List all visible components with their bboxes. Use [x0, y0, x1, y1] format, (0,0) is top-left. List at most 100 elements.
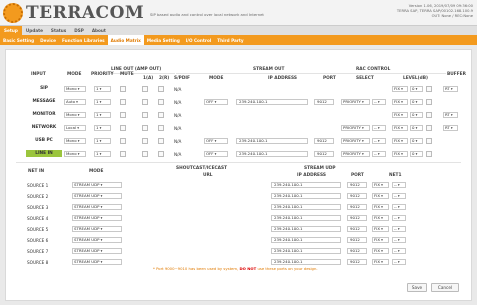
stream-port-field[interactable]: 9012: [314, 151, 334, 157]
netin-ip-field[interactable]: 239.240.100.1: [271, 226, 341, 232]
netin-fix-select[interactable]: FIX: [372, 182, 389, 188]
mute-checkbox[interactable]: [120, 151, 126, 157]
mode-select[interactable]: Mono: [64, 86, 86, 92]
netin-mode-select[interactable]: STREAM UDP: [72, 248, 122, 254]
tab-about[interactable]: About: [88, 26, 110, 35]
rac-select[interactable]: PRIORITY: [341, 151, 370, 157]
line-out-1-checkbox[interactable]: [142, 138, 148, 144]
netin-mode-select[interactable]: STREAM UDP: [72, 193, 122, 199]
rac-select[interactable]: PRIORITY: [341, 99, 370, 105]
netin-ip-field[interactable]: 239.240.100.1: [271, 237, 341, 243]
level-fix-select[interactable]: FIX: [392, 86, 408, 92]
tab-setup[interactable]: Setup: [0, 26, 22, 35]
line-out-1-checkbox[interactable]: [142, 86, 148, 92]
netin-port-field[interactable]: 9012: [347, 237, 367, 243]
net1-select[interactable]: --: [392, 248, 406, 254]
netin-mode-select[interactable]: STREAM UDP: [72, 182, 122, 188]
netin-fix-select[interactable]: FIX: [372, 215, 389, 221]
netin-fix-select[interactable]: FIX: [372, 204, 389, 210]
net1-select[interactable]: --: [392, 193, 406, 199]
cancel-button[interactable]: Cancel: [431, 283, 459, 292]
net1-select[interactable]: --: [392, 182, 406, 188]
subtab-io-control[interactable]: I/O Control: [183, 35, 214, 45]
buffer-select[interactable]: RT: [443, 86, 458, 92]
mode-select[interactable]: Auto: [64, 99, 86, 105]
netin-fix-select[interactable]: FIX: [372, 193, 389, 199]
netin-mode-select[interactable]: STREAM UDP: [72, 226, 122, 232]
mode-select[interactable]: Mono: [64, 112, 86, 118]
priority-select[interactable]: 1: [94, 151, 111, 157]
netin-ip-field[interactable]: 239.240.100.1: [271, 259, 341, 265]
netin-ip-field[interactable]: 239.240.100.1: [271, 248, 341, 254]
netin-ip-field[interactable]: 239.240.100.1: [271, 215, 341, 221]
net1-select[interactable]: --: [392, 259, 406, 265]
line-out-1-checkbox[interactable]: [142, 99, 148, 105]
rac-checkbox[interactable]: [426, 151, 432, 157]
netin-port-field[interactable]: 9012: [347, 182, 367, 188]
tab-update[interactable]: Update: [22, 26, 47, 35]
stream-ip-field[interactable]: 239.240.100.1: [236, 138, 308, 144]
level-fix-select[interactable]: FIX: [392, 151, 408, 157]
save-button[interactable]: Save: [407, 283, 427, 292]
subtab-media-setting[interactable]: Media Setting: [144, 35, 183, 45]
netin-ip-field[interactable]: 239.240.100.1: [271, 193, 341, 199]
netin-mode-select[interactable]: STREAM UDP: [72, 259, 122, 265]
line-out-2-checkbox[interactable]: [158, 138, 164, 144]
line-out-1-checkbox[interactable]: [142, 112, 148, 118]
level-fix-select[interactable]: FIX: [392, 138, 408, 144]
rac-checkbox[interactable]: [426, 86, 432, 92]
mute-checkbox[interactable]: [120, 125, 126, 131]
subtab-function-libraries[interactable]: Function Libraries: [59, 35, 108, 45]
net1-select[interactable]: --: [392, 226, 406, 232]
level-value-select[interactable]: 0: [410, 99, 423, 105]
line-out-1-checkbox[interactable]: [142, 125, 148, 131]
buffer-select[interactable]: RT: [443, 125, 458, 131]
rac-target-select[interactable]: --: [372, 125, 386, 131]
level-value-select[interactable]: 0: [410, 151, 423, 157]
net1-select[interactable]: --: [392, 204, 406, 210]
priority-select[interactable]: 1: [94, 86, 111, 92]
level-value-select[interactable]: 0: [410, 86, 423, 92]
subtab-audio-matrix[interactable]: Audio Matrix: [107, 35, 144, 45]
level-value-select[interactable]: 0: [410, 112, 423, 118]
stream-ip-field[interactable]: 239.240.100.1: [236, 99, 308, 105]
netin-fix-select[interactable]: FIX: [372, 259, 389, 265]
mute-checkbox[interactable]: [120, 99, 126, 105]
netin-port-field[interactable]: 9012: [347, 259, 367, 265]
mode-select[interactable]: Mono: [64, 138, 86, 144]
mute-checkbox[interactable]: [120, 112, 126, 118]
level-fix-select[interactable]: FIX: [392, 112, 408, 118]
line-out-2-checkbox[interactable]: [158, 99, 164, 105]
rac-select[interactable]: PRIORITY: [341, 125, 370, 131]
netin-fix-select[interactable]: FIX: [372, 248, 389, 254]
rac-select[interactable]: PRIORITY: [341, 138, 370, 144]
priority-select[interactable]: 1: [94, 125, 111, 131]
mode-select[interactable]: Mono: [64, 151, 86, 157]
subtab-third-party[interactable]: Third Party: [214, 35, 246, 45]
rac-target-select[interactable]: --: [372, 151, 386, 157]
tab-status[interactable]: Status: [47, 26, 70, 35]
stream-mode-select[interactable]: OFF: [204, 138, 228, 144]
rac-checkbox[interactable]: [426, 112, 432, 118]
netin-port-field[interactable]: 9012: [347, 204, 367, 210]
level-fix-select[interactable]: FIX: [392, 99, 408, 105]
netin-fix-select[interactable]: FIX: [372, 237, 389, 243]
rac-checkbox[interactable]: [426, 138, 432, 144]
subtab-basic-setting[interactable]: Basic Setting: [0, 35, 37, 45]
stream-port-field[interactable]: 9012: [314, 99, 334, 105]
stream-ip-field[interactable]: 239.240.100.1: [236, 151, 308, 157]
priority-select[interactable]: 1: [94, 112, 111, 118]
mode-select[interactable]: Local: [64, 125, 86, 131]
rac-target-select[interactable]: --: [372, 138, 386, 144]
netin-mode-select[interactable]: STREAM UDP: [72, 204, 122, 210]
rac-target-select[interactable]: --: [372, 99, 386, 105]
netin-port-field[interactable]: 9012: [347, 193, 367, 199]
level-value-select[interactable]: 0: [410, 138, 423, 144]
tab-dsp[interactable]: DSP: [70, 26, 88, 35]
stream-mode-select[interactable]: OFF: [204, 99, 228, 105]
net1-select[interactable]: --: [392, 215, 406, 221]
rac-checkbox[interactable]: [426, 125, 432, 131]
netin-ip-field[interactable]: 239.240.100.1: [271, 182, 341, 188]
line-out-1-checkbox[interactable]: [142, 151, 148, 157]
line-out-2-checkbox[interactable]: [158, 151, 164, 157]
